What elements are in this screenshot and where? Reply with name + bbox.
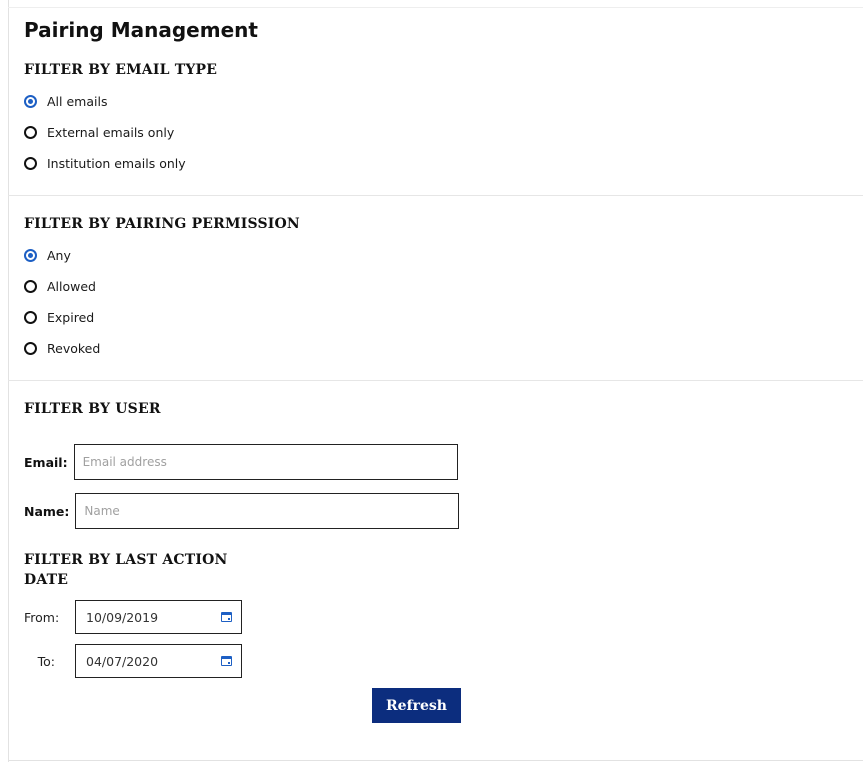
- radio-button-selected[interactable]: [24, 95, 37, 108]
- from-date-input[interactable]: 10/09/2019: [75, 600, 242, 634]
- bottom-border: [8, 760, 863, 761]
- from-date-value: 10/09/2019: [86, 609, 159, 625]
- calendar-icon[interactable]: [221, 656, 232, 666]
- page-title: Pairing Management: [24, 18, 258, 42]
- calendar-icon[interactable]: [221, 612, 232, 622]
- radio-label: Institution emails only: [47, 156, 186, 171]
- radio-button-selected[interactable]: [24, 249, 37, 262]
- email-type-option-all[interactable]: All emails: [24, 86, 863, 117]
- permission-option-allowed[interactable]: Allowed: [24, 271, 863, 302]
- pairing-permission-radio-group: Any Allowed Expired Revoked: [24, 240, 863, 364]
- to-date-row: To: 04/07/2020: [24, 644, 863, 678]
- pairing-management-panel: Pairing Management FILTER BY EMAIL TYPE …: [8, 16, 863, 723]
- radio-label: Allowed: [47, 279, 96, 294]
- name-input[interactable]: [75, 493, 460, 529]
- email-type-option-external[interactable]: External emails only: [24, 117, 863, 148]
- radio-label: Expired: [47, 310, 95, 325]
- to-date-value: 04/07/2020: [86, 653, 159, 669]
- left-border: [8, 0, 9, 762]
- radio-button[interactable]: [24, 157, 37, 170]
- radio-button[interactable]: [24, 342, 37, 355]
- radio-label: All emails: [47, 94, 108, 109]
- last-action-date-heading: FILTER BY LAST ACTION DATE: [24, 552, 228, 588]
- user-filter-heading: FILTER BY USER: [24, 401, 161, 417]
- section-divider: [8, 195, 863, 196]
- radio-label: Any: [47, 248, 71, 263]
- email-field-row: Email:: [24, 444, 863, 480]
- permission-option-revoked[interactable]: Revoked: [24, 333, 863, 364]
- section-divider: [8, 380, 863, 381]
- refresh-button[interactable]: Refresh: [372, 688, 461, 723]
- radio-button[interactable]: [24, 280, 37, 293]
- email-label: Email:: [24, 454, 68, 470]
- from-date-row: From: 10/09/2019: [24, 600, 863, 634]
- radio-button[interactable]: [24, 311, 37, 324]
- permission-option-any[interactable]: Any: [24, 240, 863, 271]
- radio-button[interactable]: [24, 126, 37, 139]
- name-field-row: Name:: [24, 493, 863, 529]
- name-label: Name:: [24, 503, 70, 519]
- email-input[interactable]: [73, 444, 458, 480]
- email-type-radio-group: All emails External emails only Institut…: [24, 86, 863, 179]
- email-type-option-institution[interactable]: Institution emails only: [24, 148, 863, 179]
- refresh-container: Refresh: [24, 688, 863, 723]
- radio-label: Revoked: [47, 341, 101, 356]
- email-type-heading: FILTER BY EMAIL TYPE: [24, 62, 218, 78]
- top-border: [8, 7, 863, 8]
- radio-label: External emails only: [47, 125, 175, 140]
- permission-option-expired[interactable]: Expired: [24, 302, 863, 333]
- to-date-input[interactable]: 04/07/2020: [75, 644, 242, 678]
- to-label: To:: [37, 653, 55, 669]
- from-label: From:: [24, 609, 60, 625]
- pairing-permission-heading: FILTER BY PAIRING PERMISSION: [24, 216, 300, 232]
